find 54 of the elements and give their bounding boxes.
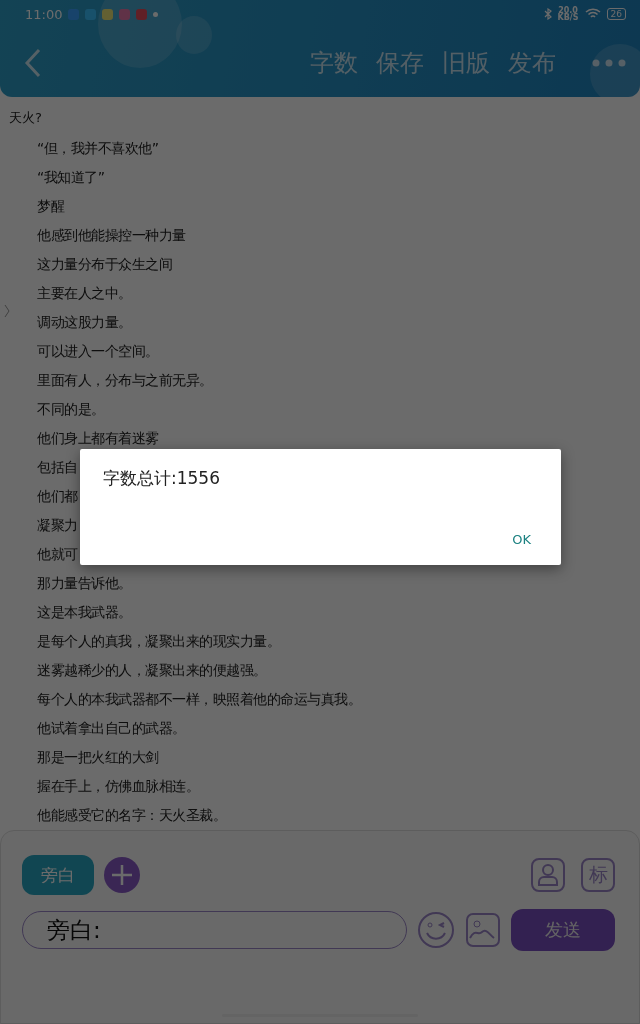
message-input[interactable]: 旁白: xyxy=(22,911,407,950)
character-button[interactable] xyxy=(531,858,565,893)
text-line: 可以进入一个空间。 xyxy=(37,342,159,362)
plus-icon xyxy=(111,864,133,887)
text-line: 他感到他能操控一种力量 xyxy=(37,226,186,246)
person-icon xyxy=(537,863,559,888)
text-line: 不同的是。 xyxy=(37,400,105,420)
text-line: 包括自 xyxy=(37,458,78,478)
emoji-icon[interactable] xyxy=(417,911,455,950)
document-title: 天火? xyxy=(9,109,43,128)
dot-icon xyxy=(153,11,159,17)
wifi-icon xyxy=(584,8,601,20)
more-icon[interactable] xyxy=(592,58,626,67)
text-line: 他试着拿出自己的武器。 xyxy=(37,719,186,739)
chevron-icon xyxy=(4,304,10,318)
text-line: 他就可 xyxy=(37,545,78,565)
app-icon xyxy=(136,8,148,20)
ok-button[interactable]: OK xyxy=(506,524,537,555)
dialog-message: 字数总计:1556 xyxy=(103,467,221,490)
add-button[interactable] xyxy=(104,857,140,894)
text-line: 凝聚力 xyxy=(37,516,78,536)
toolbar-action[interactable]: 保存 xyxy=(376,46,424,79)
text-line: 他能感受它的名字：天火圣裁。 xyxy=(37,806,226,826)
text-line: 调动这股力量。 xyxy=(37,313,132,333)
text-line: 这是本我武器。 xyxy=(37,603,132,623)
speed-unit: KB/S xyxy=(557,14,579,21)
battery-level: 26 xyxy=(606,8,626,20)
text-line: 这力量分布于众生之间 xyxy=(37,255,172,275)
text-line: 迷雾越稀少的人，凝聚出来的便越强。 xyxy=(37,661,267,681)
text-line: 那力量告诉他。 xyxy=(37,574,132,594)
role-chip[interactable]: 旁白 xyxy=(22,855,94,896)
text-line: 他们都 xyxy=(37,487,78,507)
app-icon xyxy=(102,8,114,20)
text-line: 每个人的本我武器都不一样，映照着他的命运与真我。 xyxy=(37,690,361,710)
text-line: 握在手上，仿佛血脉相连。 xyxy=(37,777,199,797)
bluetooth-icon xyxy=(543,8,552,20)
text-line: “但，我并不喜欢他” xyxy=(37,139,159,159)
toolbar-action[interactable]: 旧版 xyxy=(442,46,490,79)
back-icon[interactable] xyxy=(24,47,42,78)
text-line: 他们身上都有着迷雾 xyxy=(37,429,159,449)
app-icon xyxy=(85,8,97,20)
toolbar-action[interactable]: 发布 xyxy=(508,46,556,79)
text-line: 是每个人的真我，凝聚出来的现实力量。 xyxy=(37,632,280,652)
send-button[interactable]: 发送 xyxy=(511,909,615,952)
app-icon xyxy=(119,8,131,20)
text-line: 里面有人，分布与之前无异。 xyxy=(37,371,213,391)
image-icon[interactable] xyxy=(465,912,501,949)
network-speed: 20.0 xyxy=(558,7,578,14)
text-line: “我知道了” xyxy=(37,168,105,188)
status-time: 11:00 xyxy=(25,6,63,22)
text-line: 那是一把火红的大剑 xyxy=(37,748,159,768)
text-line: 主要在人之中。 xyxy=(37,284,132,304)
toolbar-action[interactable]: 字数 xyxy=(310,46,358,79)
text-line: 梦醒 xyxy=(37,197,64,217)
